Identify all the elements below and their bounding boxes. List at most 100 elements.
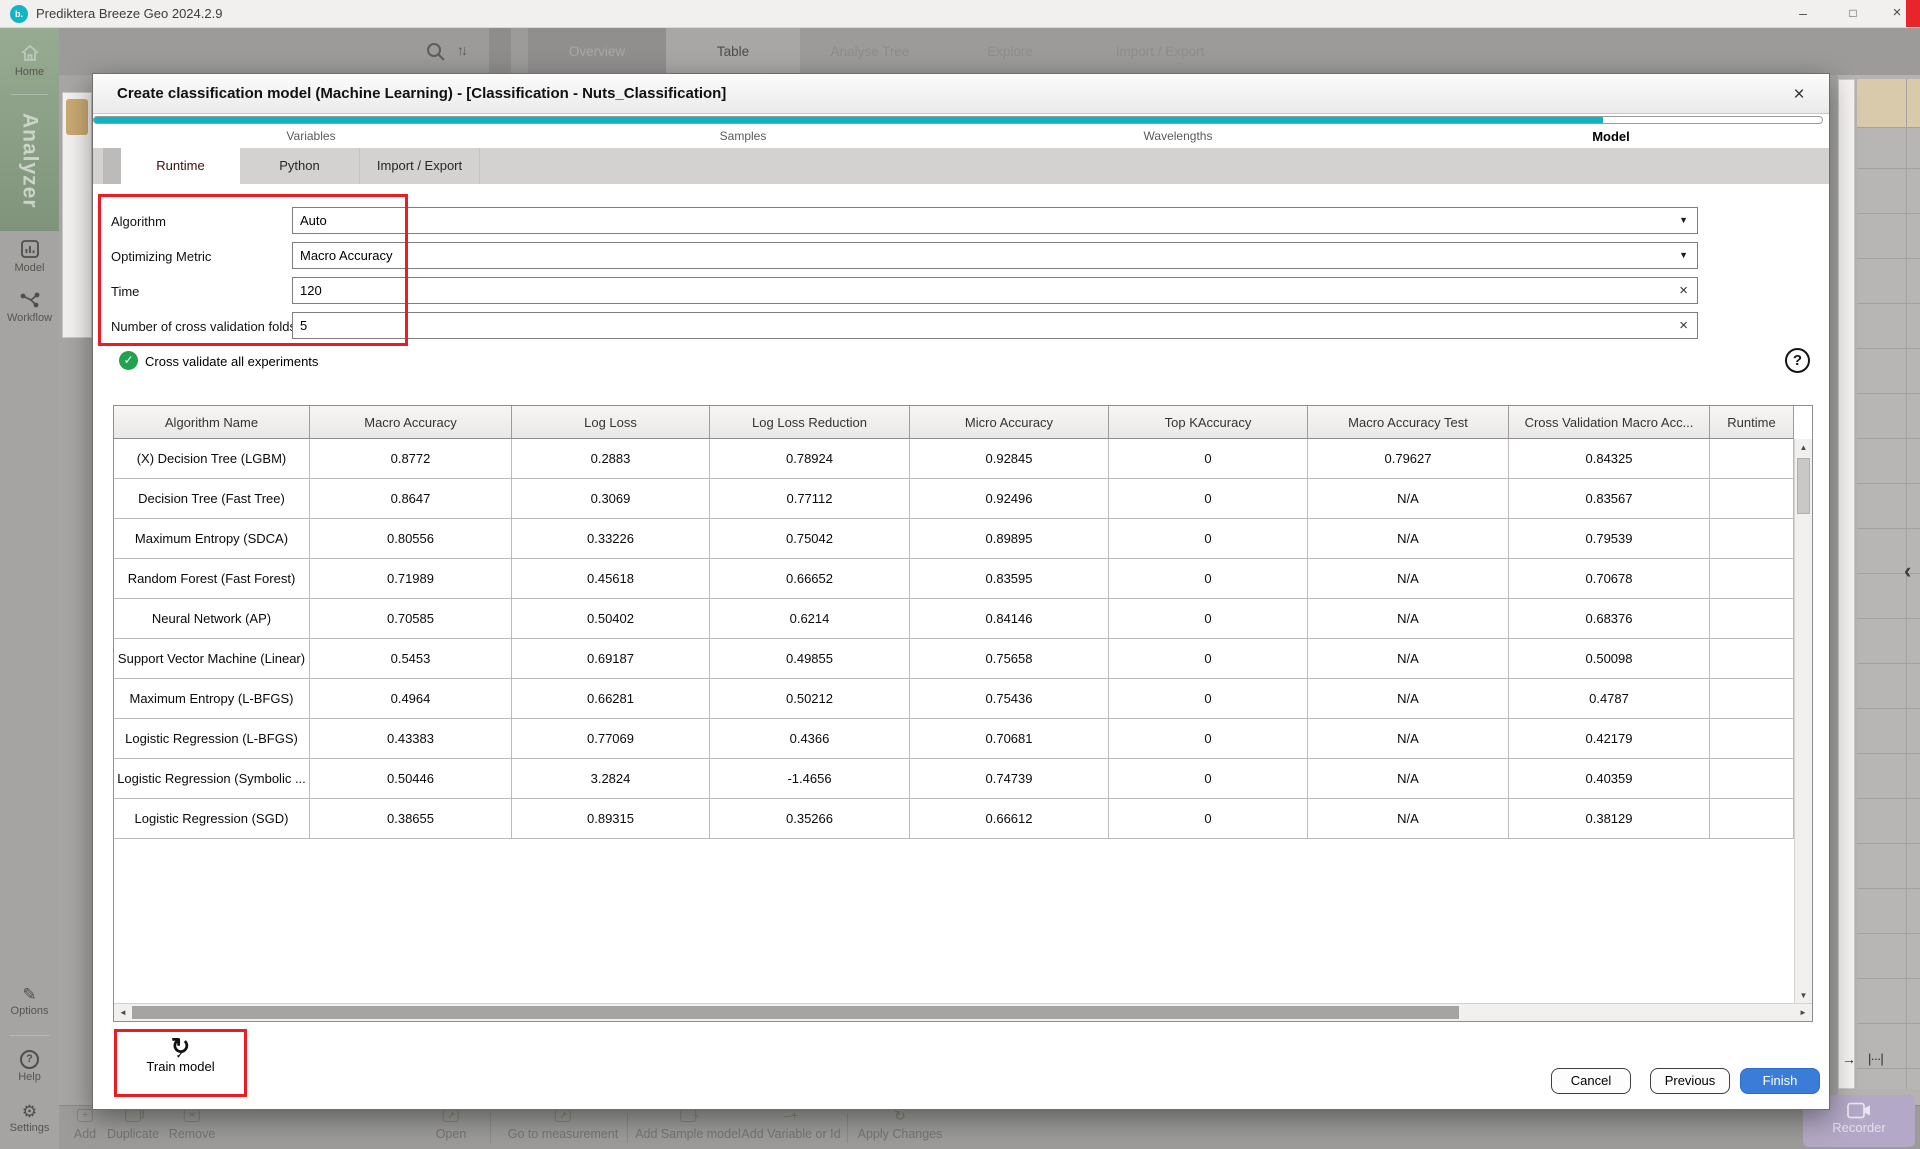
finish-button[interactable]: Finish	[1740, 1068, 1820, 1094]
sidebar-item-workflow[interactable]: Workflow	[0, 290, 59, 324]
background-scrollbar[interactable]	[1838, 79, 1855, 1089]
toolbar-item-go-to-measurement[interactable]: Go to measurement	[508, 1109, 618, 1143]
sort-icon[interactable]: ↑↓	[457, 42, 465, 58]
clear-icon[interactable]: ×	[1679, 278, 1688, 303]
column-header-algorithm-name[interactable]: Algorithm Name	[114, 406, 310, 439]
retrain-icon: ↻✓	[114, 1034, 247, 1058]
metric-cell: 0.79627	[1308, 439, 1509, 479]
cross-validation-folds-field[interactable]: 5 ×	[292, 312, 1698, 339]
sidebar-item-help[interactable]: ? Help	[0, 1050, 59, 1083]
top-nav-bar: ↑↓ Overview Table Analyse Tree Explore I…	[59, 28, 1920, 75]
sidebar-item-analyzer[interactable]: Analyzer	[0, 102, 59, 220]
metric-cell: 0.43383	[310, 719, 512, 759]
chevron-down-icon[interactable]: ▼	[1679, 208, 1688, 233]
tab-explore[interactable]: Explore	[940, 28, 1080, 75]
checkbox-checked-icon[interactable]: ✓	[119, 351, 138, 370]
background-panel	[62, 92, 92, 338]
table-row[interactable]: Support Vector Machine (Linear)0.54530.6…	[114, 639, 1794, 679]
column-header-macro-accuracy-test[interactable]: Macro Accuracy Test	[1308, 406, 1509, 439]
gear-icon: ⚙	[0, 1102, 59, 1122]
sidebar-item-settings[interactable]: ⚙ Settings	[0, 1102, 59, 1134]
chevron-down-icon[interactable]: ▼	[1679, 243, 1688, 268]
column-header-log-loss[interactable]: Log Loss	[512, 406, 710, 439]
apply-changes-icon	[892, 1109, 908, 1122]
go-to-icon	[555, 1109, 571, 1122]
scroll-right-icon[interactable]: ►	[1794, 1004, 1812, 1021]
metric-cell: 0.75042	[710, 519, 910, 559]
metric-cell: 0	[1109, 519, 1308, 559]
table-row[interactable]: Maximum Entropy (SDCA)0.805560.332260.75…	[114, 519, 1794, 559]
table-row[interactable]: Logistic Regression (L-BFGS)0.433830.770…	[114, 719, 1794, 759]
optimizing-metric-dropdown[interactable]: Macro Accuracy ▼	[292, 242, 1698, 269]
sidebar-item-options[interactable]: ✎ Options	[0, 985, 59, 1017]
column-header-runtime[interactable]: Runtime	[1710, 406, 1794, 439]
toolbar-item-add-sample-model[interactable]: Add Sample model	[635, 1109, 741, 1143]
table-row[interactable]: Logistic Regression (SGD)0.386550.893150…	[114, 799, 1794, 839]
metric-cell: 0.49855	[710, 639, 910, 679]
toolbar-item-add-variable-or-id[interactable]: Add Variable or Id	[741, 1109, 840, 1143]
metric-cell: 0.4964	[310, 679, 512, 719]
metric-cell: N/A	[1308, 679, 1509, 719]
metric-cell	[1710, 719, 1794, 759]
dialog-close-icon[interactable]: ×	[1785, 82, 1813, 108]
vertical-scroll-thumb[interactable]	[1797, 458, 1810, 514]
column-header-micro-accuracy[interactable]: Micro Accuracy	[910, 406, 1109, 439]
toolbar-item-remove[interactable]: Remove	[169, 1109, 216, 1143]
algorithm-dropdown[interactable]: Auto ▼	[292, 207, 1698, 234]
vertical-scrollbar[interactable]: ▲ ▼	[1794, 439, 1812, 1005]
table-row[interactable]: Logistic Regression (Symbolic ...0.50446…	[114, 759, 1794, 799]
sidebar-item-home[interactable]: Home	[0, 42, 59, 78]
tab-import-export-dialog[interactable]: Import / Export	[360, 148, 480, 184]
horizontal-scroll-thumb[interactable]	[132, 1006, 1459, 1019]
metric-cell	[1710, 559, 1794, 599]
table-row[interactable]: (X) Decision Tree (LGBM)0.87720.28830.78…	[114, 439, 1794, 479]
tab-analyse-tree[interactable]: Analyse Tree	[800, 28, 940, 75]
metric-cell: 0.84325	[1509, 439, 1710, 479]
toolbar-item-apply-changes[interactable]: Apply Changes	[858, 1109, 943, 1143]
sidebar-item-model[interactable]: Model	[0, 238, 59, 274]
scroll-left-icon[interactable]: ◄	[114, 1004, 132, 1021]
column-header-macro-accuracy[interactable]: Macro Accuracy	[310, 406, 512, 439]
goto-arrow-icon[interactable]: →	[1842, 1051, 1856, 1067]
scroll-up-icon[interactable]: ▲	[1795, 439, 1812, 457]
metric-cell: 0.74739	[910, 759, 1109, 799]
table-row[interactable]: Decision Tree (Fast Tree)0.86470.30690.7…	[114, 479, 1794, 519]
algorithm-name-cell: Support Vector Machine (Linear)	[114, 639, 310, 679]
tab-overview[interactable]: Overview	[528, 28, 666, 75]
table-row[interactable]: Random Forest (Fast Forest)0.719890.4561…	[114, 559, 1794, 599]
window-titlebar: b. Prediktera Breeze Geo 2024.2.9 – □ ×	[0, 0, 1920, 28]
maximize-button[interactable]: □	[1836, 0, 1870, 27]
metric-cell: 0.68376	[1509, 599, 1710, 639]
table-row[interactable]: Maximum Entropy (L-BFGS)0.49640.662810.5…	[114, 679, 1794, 719]
toolbar-item-add[interactable]: Add	[74, 1109, 96, 1143]
metric-cell: 0.4787	[1509, 679, 1710, 719]
column-header-top-kaccuracy[interactable]: Top KAccuracy	[1109, 406, 1308, 439]
panel-collapse-chevron-icon[interactable]: ‹	[1904, 557, 1920, 587]
column-header-cross-validation-macro-acc[interactable]: Cross Validation Macro Acc...	[1509, 406, 1710, 439]
tab-table[interactable]: Table	[666, 28, 800, 75]
toolbar-item-duplicate[interactable]: Duplicate	[107, 1109, 159, 1143]
horizontal-scrollbar[interactable]: ◄ ►	[114, 1003, 1812, 1021]
column-header-log-loss-reduction[interactable]: Log Loss Reduction	[710, 406, 910, 439]
toolbar-item-open[interactable]: Open	[436, 1109, 467, 1143]
metric-cell: 0.42179	[1509, 719, 1710, 759]
table-row[interactable]: Neural Network (AP)0.705850.504020.62140…	[114, 599, 1794, 639]
tab-python[interactable]: Python	[240, 148, 360, 184]
tab-import-export[interactable]: Import / Export	[1080, 28, 1240, 75]
results-table: Algorithm NameMacro AccuracyLog LossLog …	[113, 405, 1813, 1022]
tab-runtime[interactable]: Runtime	[121, 148, 240, 184]
column-bounds-icon[interactable]: |···|	[1868, 1051, 1883, 1066]
clear-icon[interactable]: ×	[1679, 313, 1688, 338]
search-icon[interactable]	[425, 41, 447, 63]
help-icon[interactable]: ?	[1785, 348, 1810, 373]
sample-thumbnail	[66, 99, 88, 135]
dialog-header[interactable]: Create classification model (Machine Lea…	[93, 74, 1829, 114]
remove-icon	[184, 1109, 200, 1122]
previous-button[interactable]: Previous	[1650, 1068, 1730, 1094]
time-field[interactable]: 120 ×	[292, 277, 1698, 304]
minimize-button[interactable]: –	[1786, 0, 1820, 27]
metric-cell: N/A	[1308, 799, 1509, 839]
cancel-button[interactable]: Cancel	[1551, 1068, 1631, 1094]
metric-cell	[1710, 439, 1794, 479]
train-model-button[interactable]: ↻✓ Train model	[114, 1034, 247, 1074]
